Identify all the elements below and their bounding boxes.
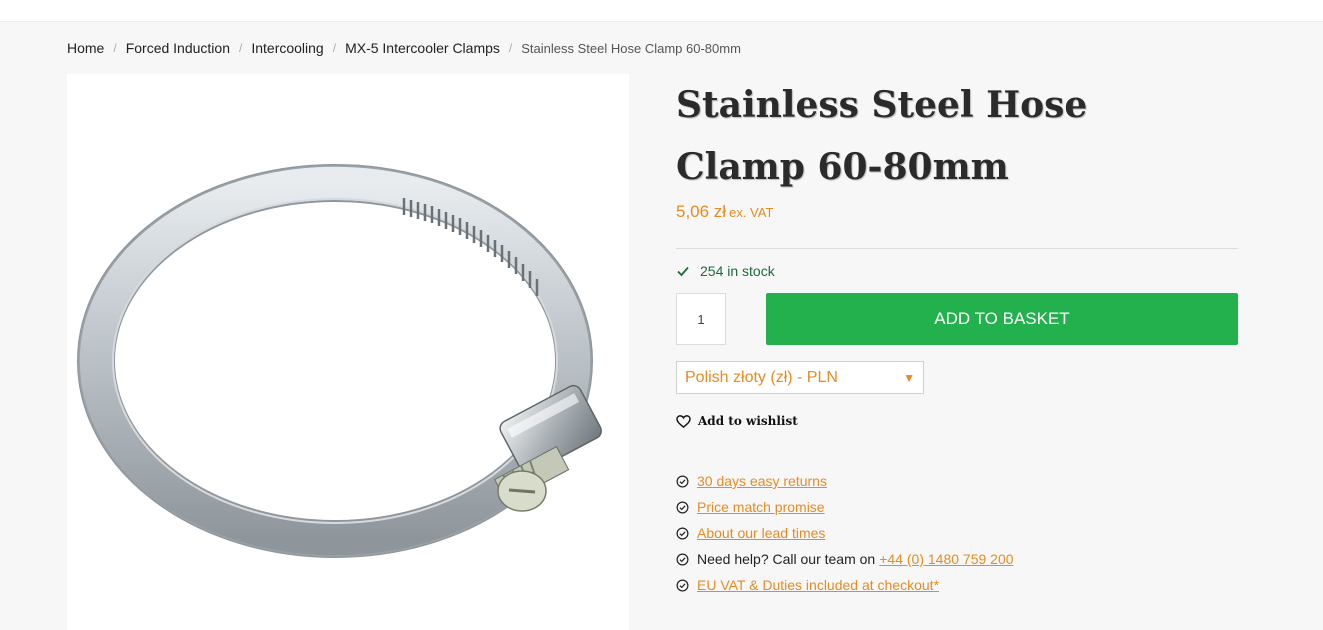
benefit-price-match: Price match promise	[676, 494, 1238, 520]
breadcrumb-mx5-intercooler-clamps[interactable]: MX-5 Intercooler Clamps	[345, 40, 500, 56]
product-price: 5,06 zł ex. VAT	[676, 202, 1238, 222]
breadcrumb-separator: /	[239, 41, 243, 55]
check-circle-icon	[676, 579, 689, 591]
stock-status: 254 in stock	[676, 263, 1238, 279]
breadcrumb-separator: /	[508, 41, 513, 55]
hose-clamp-image	[77, 164, 602, 558]
product-title: Stainless Steel Hose Clamp 60-80mm	[676, 84, 1088, 188]
benefit-returns: 30 days easy returns	[676, 468, 1238, 494]
stock-text: 254 in stock	[700, 263, 775, 279]
breadcrumb-home[interactable]: Home	[67, 40, 104, 56]
breadcrumb-separator: /	[332, 41, 337, 55]
add-to-cart-row: ADD TO BASKET	[676, 293, 1238, 345]
check-circle-icon	[676, 553, 689, 565]
help-text: Need help? Call our team on	[697, 551, 876, 567]
breadcrumb-separator: /	[113, 41, 117, 55]
currency-select[interactable]: Polish złoty (zł) - PLN ▼	[676, 361, 924, 394]
heart-icon	[676, 414, 691, 428]
phone-link[interactable]: +44 (0) 1480 759 200	[879, 551, 1013, 567]
divider	[676, 248, 1238, 249]
benefit-help: Need help? Call our team on +44 (0) 1480…	[676, 546, 1238, 572]
top-header-bar	[0, 0, 1323, 22]
benefits-list: 30 days easy returns Price match promise…	[676, 468, 1238, 598]
breadcrumb: Home / Forced Induction / Intercooling /…	[67, 40, 741, 56]
check-icon	[677, 266, 689, 277]
price-suffix: ex. VAT	[729, 205, 774, 220]
quantity-input[interactable]	[676, 293, 726, 345]
add-to-wishlist-link[interactable]: Add to wishlist	[676, 414, 1238, 428]
add-to-basket-button[interactable]: ADD TO BASKET	[766, 293, 1238, 345]
breadcrumb-current: Stainless Steel Hose Clamp 60-80mm	[521, 40, 741, 56]
check-circle-icon	[676, 475, 689, 487]
price-match-link[interactable]: Price match promise	[697, 499, 825, 515]
lead-times-link[interactable]: About our lead times	[697, 525, 825, 541]
product-image[interactable]	[67, 74, 629, 630]
price-amount: 5,06 zł	[676, 202, 727, 221]
vat-link[interactable]: EU VAT & Duties included at checkout*	[697, 577, 939, 593]
product-summary: Stainless Steel Hose Clamp 60-80mm 5,06 …	[676, 74, 1238, 598]
returns-link[interactable]: 30 days easy returns	[697, 473, 827, 489]
check-circle-icon	[676, 527, 689, 539]
breadcrumb-intercooling[interactable]: Intercooling	[251, 40, 323, 56]
breadcrumb-forced-induction[interactable]: Forced Induction	[126, 40, 230, 56]
currency-selected-value: Polish złoty (zł) - PLN	[685, 368, 838, 386]
benefit-lead-times: About our lead times	[676, 520, 1238, 546]
wishlist-label: Add to wishlist	[698, 414, 798, 428]
triangle-down-icon: ▼	[903, 370, 915, 385]
benefit-vat: EU VAT & Duties included at checkout*	[676, 572, 1238, 598]
check-circle-icon	[676, 501, 689, 513]
